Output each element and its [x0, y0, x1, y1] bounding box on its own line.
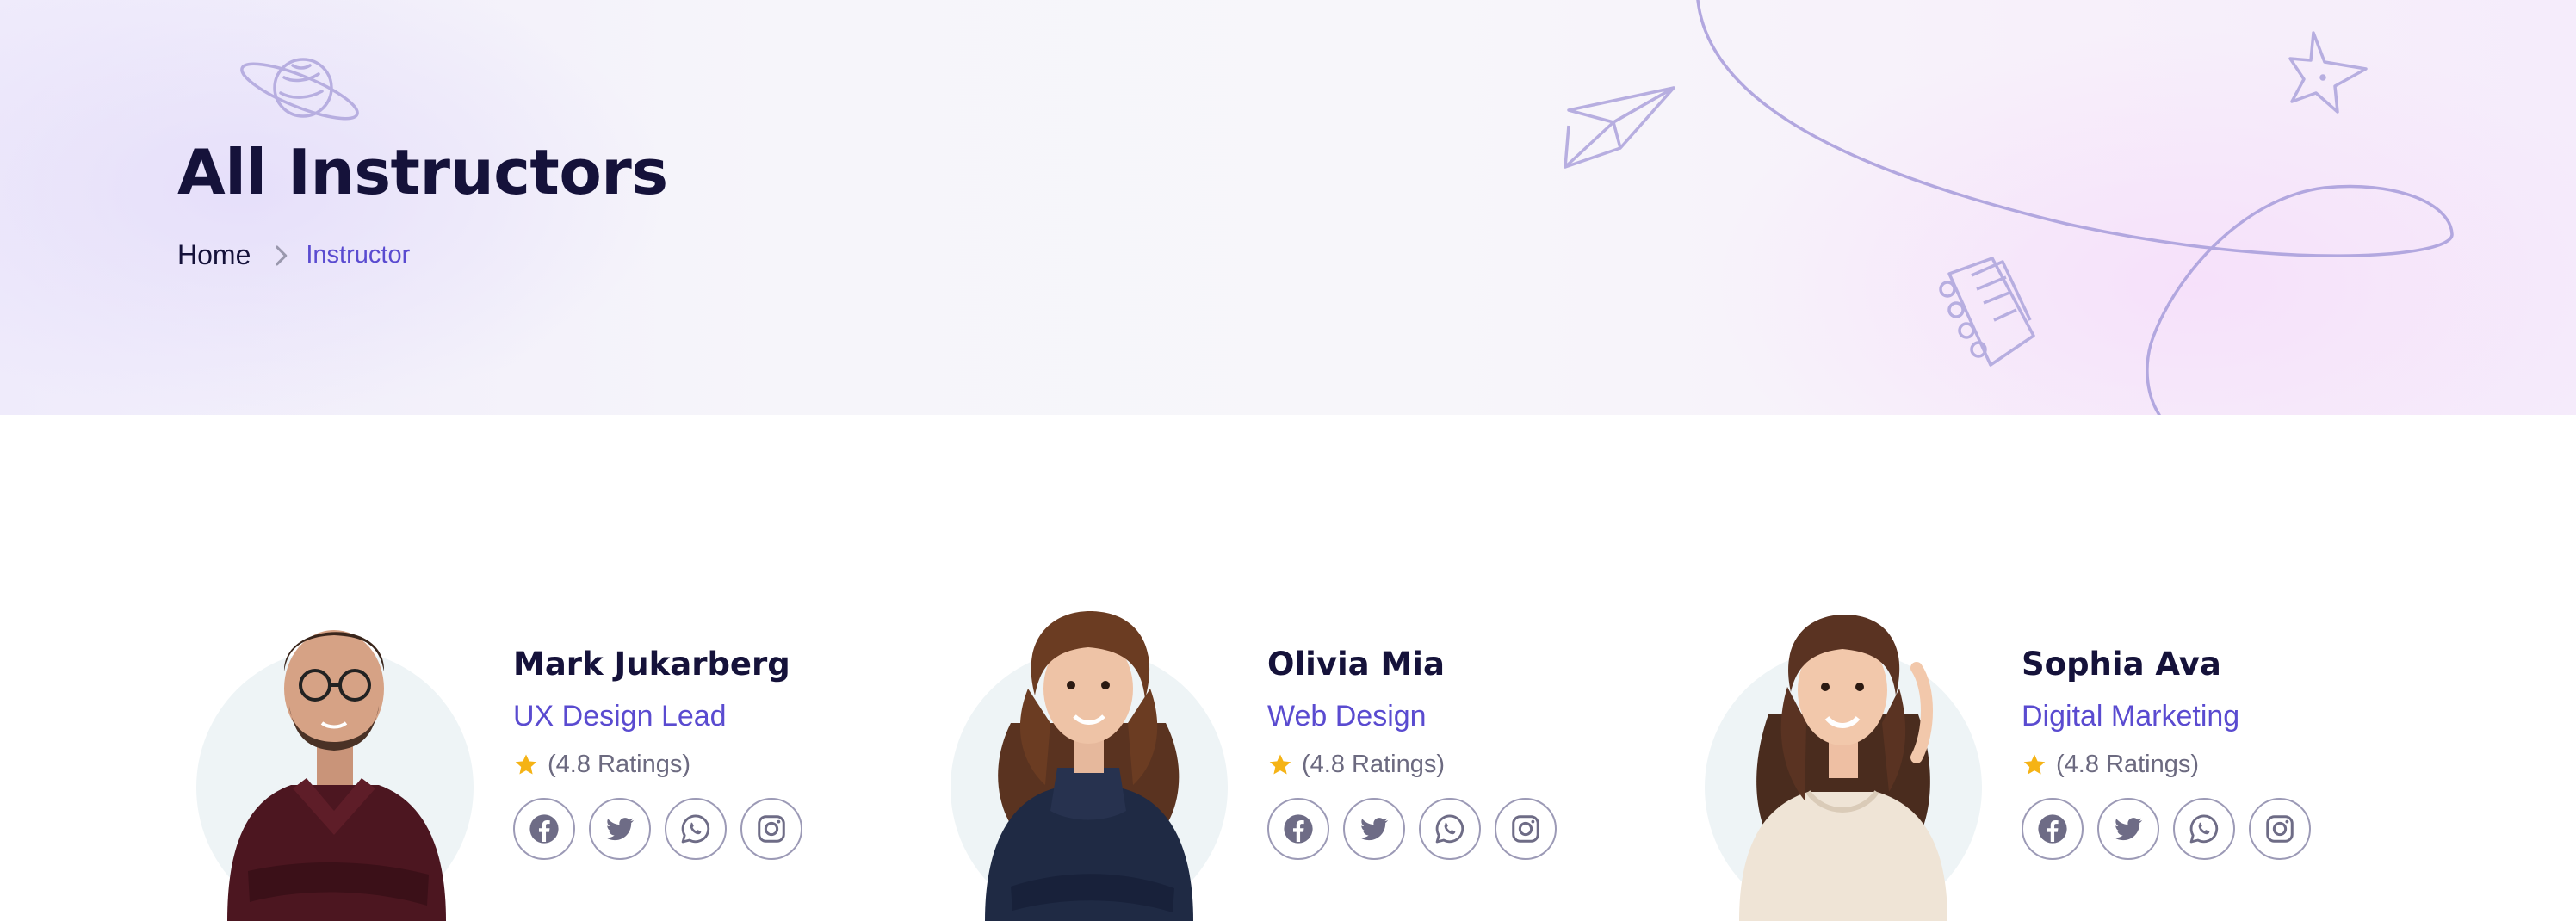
- rating-text: (4.8 Ratings): [1302, 751, 1446, 778]
- social-links: [1267, 798, 1570, 860]
- whatsapp-icon: [1434, 813, 1466, 845]
- breadcrumb-home-link[interactable]: Home: [177, 239, 251, 271]
- social-links: [2022, 798, 2325, 860]
- planet-icon: [240, 58, 359, 121]
- instagram-icon: [1509, 813, 1542, 845]
- breadcrumb-current: Instructor: [306, 241, 411, 269]
- rating-text: (4.8 Ratings): [548, 751, 691, 778]
- notebook-icon: [1939, 257, 2035, 367]
- instructor-info: Mark Jukarberg UX Design Lead (4.8 Ratin…: [513, 646, 816, 860]
- facebook-icon: [1282, 813, 1315, 845]
- avatar-man-icon: [227, 630, 446, 921]
- star-icon: [513, 752, 539, 778]
- twitter-icon: [1358, 813, 1390, 845]
- instructor-name[interactable]: Sophia Ava: [2022, 646, 2325, 683]
- whatsapp-icon: [679, 813, 712, 845]
- instagram-link[interactable]: [1495, 798, 1557, 860]
- instructor-card: Olivia Mia Web Design (4.8 Ratings): [951, 415, 1656, 921]
- social-links: [513, 798, 816, 860]
- whatsapp-link[interactable]: [665, 798, 727, 860]
- facebook-link[interactable]: [1267, 798, 1329, 860]
- star-doodle-icon: [2288, 31, 2368, 114]
- instagram-link[interactable]: [2249, 798, 2311, 860]
- breadcrumb: Home Instructor: [177, 239, 410, 271]
- whatsapp-link[interactable]: [2173, 798, 2235, 860]
- instructor-photo[interactable]: [951, 585, 1228, 921]
- whatsapp-link[interactable]: [1419, 798, 1481, 860]
- instagram-icon: [2263, 813, 2296, 845]
- facebook-icon: [528, 813, 560, 845]
- avatar-woman-icon: [1739, 615, 1947, 921]
- facebook-link[interactable]: [2022, 798, 2084, 860]
- instructor-rating: (4.8 Ratings): [1267, 751, 1570, 779]
- chevron-right-icon: [266, 241, 295, 270]
- twitter-icon: [604, 813, 636, 845]
- instructor-rating: (4.8 Ratings): [2022, 751, 2325, 779]
- twitter-link[interactable]: [589, 798, 651, 860]
- instructor-grid: Mark Jukarberg UX Design Lead (4.8 Ratin…: [0, 415, 2576, 921]
- star-icon: [1267, 752, 1293, 778]
- instructor-info: Sophia Ava Digital Marketing (4.8 Rating…: [2022, 646, 2325, 860]
- rating-text: (4.8 Ratings): [2056, 751, 2200, 778]
- facebook-icon: [2036, 813, 2069, 845]
- page-hero-banner: All Instructors Home Instructor: [0, 0, 2576, 415]
- instructor-rating: (4.8 Ratings): [513, 751, 816, 779]
- star-icon: [2022, 752, 2047, 778]
- curly-line-doodle: [1696, 0, 2454, 415]
- facebook-link[interactable]: [513, 798, 575, 860]
- twitter-icon: [2112, 813, 2145, 845]
- instructor-info: Olivia Mia Web Design (4.8 Ratings): [1267, 646, 1570, 860]
- instructor-name[interactable]: Mark Jukarberg: [513, 646, 816, 683]
- whatsapp-icon: [2188, 813, 2220, 845]
- instructor-name[interactable]: Olivia Mia: [1267, 646, 1570, 683]
- instructor-card: Mark Jukarberg UX Design Lead (4.8 Ratin…: [196, 415, 902, 921]
- avatar-woman-icon: [985, 611, 1193, 921]
- instagram-icon: [755, 813, 788, 845]
- instructor-card: Sophia Ava Digital Marketing (4.8 Rating…: [1705, 415, 2411, 921]
- instructor-photo[interactable]: [196, 585, 474, 921]
- instagram-link[interactable]: [740, 798, 802, 860]
- page-title: All Instructors: [177, 136, 668, 208]
- instructor-role: Digital Marketing: [2022, 700, 2240, 732]
- twitter-link[interactable]: [2097, 798, 2159, 860]
- twitter-link[interactable]: [1343, 798, 1405, 860]
- instructor-photo[interactable]: [1705, 585, 1982, 921]
- instructor-role: UX Design Lead: [513, 700, 727, 732]
- paper-plane-icon: [1564, 86, 1675, 169]
- instructor-role: Web Design: [1267, 700, 1427, 732]
